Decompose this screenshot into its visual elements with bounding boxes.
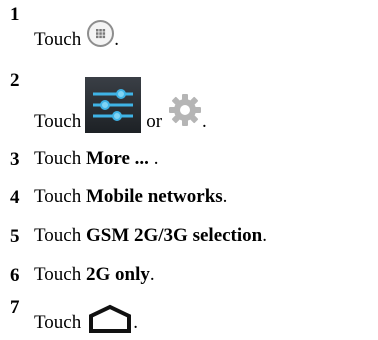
step-punct: . bbox=[148, 148, 159, 169]
step-target: Mobile networks bbox=[85, 186, 223, 207]
step-verb: Touch bbox=[34, 264, 86, 285]
step-number: 1 bbox=[10, 4, 20, 25]
step-number: 4 bbox=[10, 187, 20, 208]
apps-icon bbox=[87, 20, 115, 47]
settings-icon bbox=[85, 77, 142, 133]
step-number: 7 bbox=[10, 297, 20, 318]
step-verb: Touch bbox=[34, 111, 82, 132]
step-verb: Touch bbox=[34, 312, 82, 333]
step-target: 2G only bbox=[85, 264, 150, 285]
step-verb: Touch bbox=[34, 148, 86, 169]
step-punct: . bbox=[149, 264, 155, 285]
step-punct: . bbox=[202, 111, 207, 132]
step-text: Touch 2G only. bbox=[34, 264, 155, 286]
step-number: 3 bbox=[10, 149, 20, 170]
step-text: Touch More ... . bbox=[34, 148, 158, 170]
step-target: More ... bbox=[85, 148, 149, 169]
step-punct: . bbox=[133, 312, 138, 333]
step-text: Touch or . bbox=[34, 75, 207, 133]
step-text: Touch . bbox=[34, 302, 138, 334]
step-number: 5 bbox=[10, 226, 20, 247]
step-verb: Touch bbox=[34, 186, 86, 207]
gear-icon bbox=[168, 93, 202, 127]
step-punct: . bbox=[262, 225, 267, 246]
step-punct: . bbox=[222, 186, 228, 207]
step-text: Touch GSM 2G/3G selection. bbox=[34, 225, 267, 247]
step-number: 6 bbox=[10, 265, 20, 286]
step-number: 2 bbox=[10, 70, 20, 91]
step-text: Touch Mobile networks. bbox=[34, 186, 227, 208]
step-text: Touch . bbox=[34, 19, 119, 51]
step-punct: . bbox=[114, 29, 119, 50]
step-verb: Touch bbox=[34, 225, 86, 246]
step-target: GSM 2G/3G selection bbox=[85, 225, 263, 246]
step-connector: or bbox=[146, 111, 163, 132]
home-icon bbox=[87, 304, 133, 334]
step-verb: Touch bbox=[34, 29, 82, 50]
